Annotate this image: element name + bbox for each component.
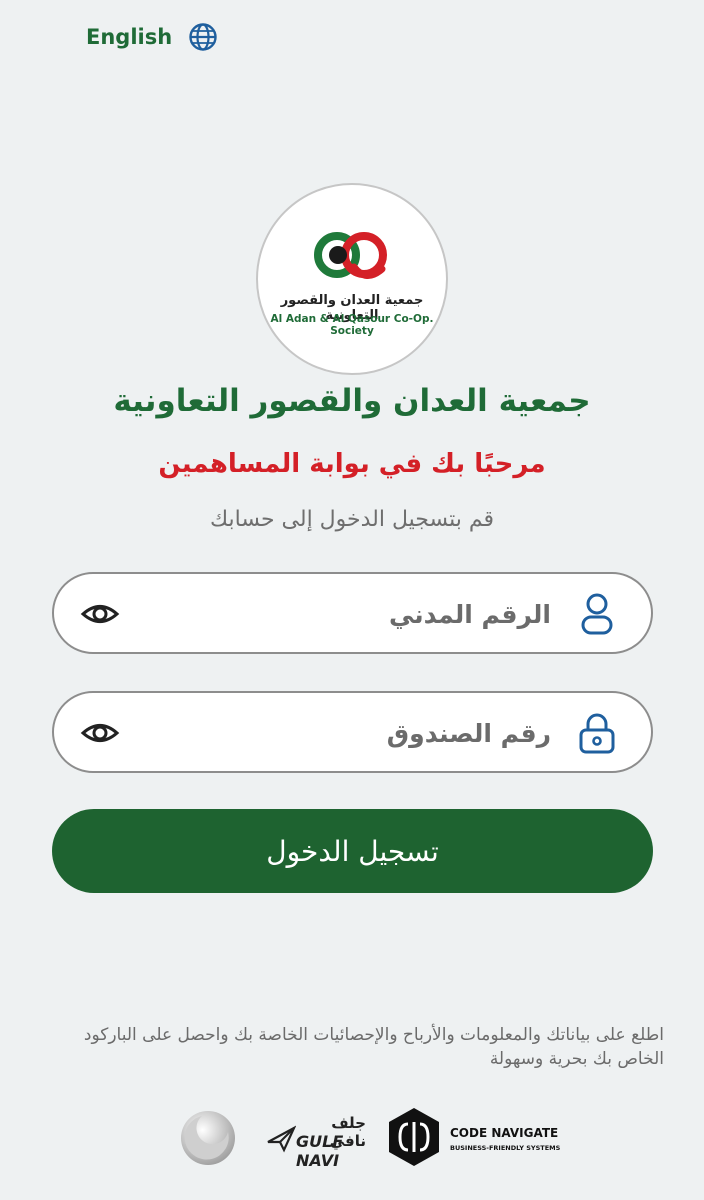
globe-icon[interactable]: [188, 22, 218, 52]
civil-id-field[interactable]: [52, 572, 653, 654]
page-title: جمعية العدان والقصور التعاونية: [113, 383, 591, 419]
language-switch[interactable]: English: [86, 22, 218, 52]
user-icon: [581, 593, 613, 635]
login-page: English جمعية العدان والقصور التعاونية A…: [0, 0, 704, 1200]
language-label[interactable]: English: [86, 25, 172, 49]
info-text: اطلع على بياناتك والمعلومات والأرباح وال…: [83, 1025, 664, 1069]
eye-icon[interactable]: [80, 596, 120, 632]
lock-icon: [579, 713, 615, 754]
partner-logo-circle: [181, 1111, 235, 1165]
box-number-field[interactable]: [52, 691, 653, 773]
code-navigate-logo: CODE NAVIGATE BUSINESS-FRIENDLY SYSTEMS: [386, 1106, 560, 1168]
society-logo: جمعية العدان والقصور التعاونية Al Adan &…: [256, 183, 448, 375]
logo-english-text: Al Adan & Al Qasour Co-Op. Society: [270, 313, 434, 337]
logo-rings-icon: [314, 232, 387, 279]
code-navigate-title: CODE NAVIGATE: [450, 1126, 559, 1140]
login-prompt: قم بتسجيل الدخول إلى حسابك: [209, 507, 495, 532]
gulf-navi-logo: جلف نافي GULF NAVI: [266, 1114, 366, 1170]
box-number-input[interactable]: [182, 711, 551, 755]
welcome-message: مرحبًا بك في بوابة المساهمين: [158, 449, 546, 479]
login-button[interactable]: تسجيل الدخول: [52, 809, 653, 893]
code-navigate-tagline: BUSINESS-FRIENDLY SYSTEMS: [450, 1144, 561, 1152]
civil-id-input[interactable]: [182, 592, 551, 636]
eye-icon[interactable]: [80, 715, 120, 751]
code-navigate-mark-icon: [389, 1108, 439, 1166]
gulf-navi-english: GULF NAVI: [296, 1132, 344, 1170]
paper-plane-icon: [267, 1125, 296, 1153]
